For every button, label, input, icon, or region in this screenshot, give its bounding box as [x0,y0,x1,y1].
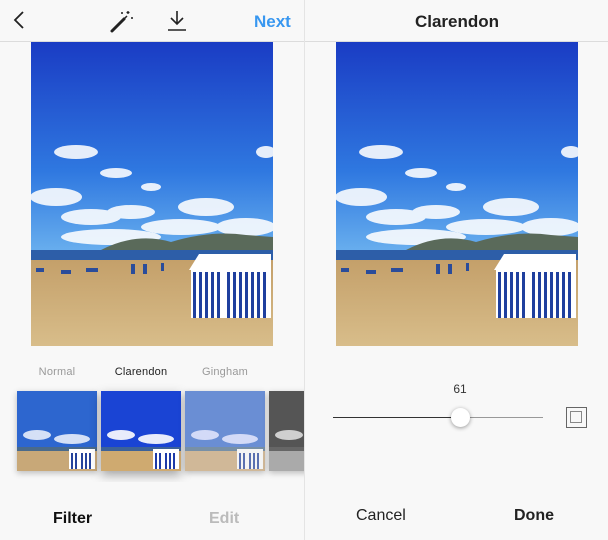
filter-thumbnail[interactable] [17,391,97,471]
intensity-slider-handle[interactable] [451,408,470,427]
filter-label: Clarendon [114,366,168,378]
filter-panel: Next Normal Clarendon Gingham Filter Edi… [0,0,304,540]
beach-photo [336,42,578,346]
intensity-panel: Clarendon 61 Cancel Done [304,0,608,540]
done-button[interactable]: Done [514,507,554,525]
intensity-slider[interactable] [333,408,543,427]
page-title: Clarendon [414,12,500,31]
filter-option-moon[interactable]: M [269,362,304,471]
magic-wand-icon[interactable] [108,8,134,34]
intensity-slider-fill [333,417,461,418]
filter-toolbar: Next [0,0,304,42]
filter-carousel[interactable]: Normal Clarendon Gingham M [0,362,304,482]
filter-option-normal[interactable]: Normal [17,362,97,471]
intensity-value: 61 [453,382,467,396]
cancel-button[interactable]: Cancel [356,507,406,525]
border-frame-icon[interactable] [566,407,587,428]
photo-preview [336,42,578,346]
filter-label: M [269,362,304,382]
download-icon[interactable] [166,8,188,34]
filter-option-gingham[interactable]: Gingham [185,362,265,471]
border-frame-inner [570,411,582,423]
beach-photo [31,42,273,346]
filter-option-clarendon[interactable]: Clarendon [101,362,181,471]
filter-label: Gingham [201,366,249,378]
filter-label: Normal [38,366,76,378]
filter-thumbnail[interactable] [185,391,265,471]
intensity-toolbar: Clarendon [305,0,608,42]
filter-thumbnail[interactable] [269,391,304,471]
next-button[interactable]: Next [254,12,291,32]
tab-filter[interactable]: Filter [53,510,92,528]
tab-edit[interactable]: Edit [209,510,239,528]
filter-thumbnail[interactable] [101,391,181,471]
chevron-left-icon[interactable] [10,10,30,30]
photo-preview [31,42,273,346]
